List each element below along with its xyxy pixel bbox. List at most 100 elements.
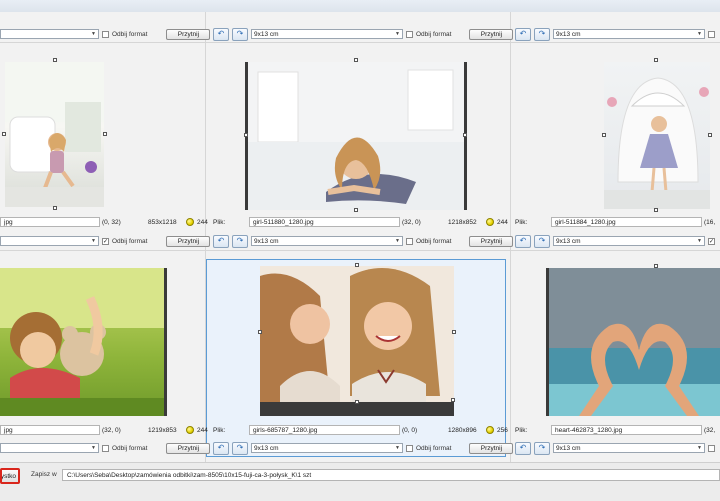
rotate-right-button[interactable]: ↷ — [232, 234, 248, 248]
rotate-left-button[interactable]: ↶ — [515, 234, 531, 248]
format-select[interactable]: 9x13 cm ▼ — [251, 443, 403, 453]
crop-handle[interactable] — [654, 58, 658, 62]
crop-handle[interactable] — [452, 330, 456, 334]
photo-thumbnail[interactable] — [604, 62, 710, 209]
mirror-checkbox[interactable] — [102, 30, 109, 38]
chevron-down-icon: ▼ — [91, 238, 96, 244]
crop-handle[interactable] — [708, 133, 712, 137]
crop-handle[interactable] — [53, 58, 57, 62]
mirror-checkbox[interactable]: ✓ — [102, 237, 109, 245]
fit-button[interactable]: Przytnij — [469, 235, 514, 247]
photo-info: Plik: girl-511884_1280.jpg (16, — [515, 216, 715, 228]
crop-handle[interactable] — [654, 264, 658, 268]
mirror-label: Odbij format — [112, 444, 148, 452]
file-name-field: girl-511884_1280.jpg — [551, 217, 702, 227]
format-select[interactable]: ▼ — [0, 29, 99, 39]
quality-indicator-icon — [186, 426, 194, 434]
crop-handle[interactable] — [53, 206, 57, 210]
rotate-left-icon: ↶ — [217, 236, 225, 245]
crop-handle[interactable] — [602, 133, 606, 137]
rotate-left-icon: ↶ — [519, 29, 527, 38]
format-select[interactable]: 9x13 cm ▼ — [553, 236, 705, 246]
chevron-down-icon: ▼ — [697, 31, 702, 37]
rotate-right-icon: ↷ — [236, 29, 244, 38]
fit-button[interactable]: Przytnij — [166, 235, 211, 247]
offset-value: (16, — [704, 218, 716, 226]
fit-button[interactable]: Przytnij — [166, 442, 211, 454]
mirror-checkbox[interactable] — [102, 444, 109, 452]
photo-thumbnail[interactable] — [0, 268, 164, 416]
photo-thumbnail[interactable] — [549, 268, 720, 416]
mirror-checkbox[interactable] — [406, 444, 413, 452]
rotate-left-button[interactable]: ↶ — [515, 27, 531, 41]
mirror-label: Odbij format — [416, 444, 452, 452]
fit-button[interactable]: Przytnij — [166, 28, 211, 40]
rotate-left-button[interactable]: ↶ — [213, 441, 229, 455]
quality-score: 244 — [197, 218, 208, 226]
crop-handle[interactable] — [451, 398, 455, 402]
photo-thumbnail[interactable] — [260, 266, 454, 402]
mirror-label: Odbij format — [416, 237, 452, 245]
rotate-right-button[interactable]: ↷ — [534, 27, 550, 41]
crop-handle[interactable] — [654, 208, 658, 212]
mirror-checkbox[interactable] — [708, 30, 715, 38]
photo-image — [248, 62, 464, 210]
rotate-left-icon: ↶ — [217, 443, 225, 452]
rotate-right-button[interactable]: ↷ — [534, 441, 550, 455]
file-label: Plik: — [213, 218, 226, 226]
crop-handle[interactable] — [258, 330, 262, 334]
format-select[interactable]: ▼ — [0, 443, 99, 453]
file-label: Plik: — [515, 426, 528, 434]
crop-handle[interactable] — [2, 132, 6, 136]
save-path-field[interactable]: C:\Users\Seba\Desktop\zamówienia odbitki… — [62, 469, 720, 481]
crop-handle[interactable] — [355, 263, 359, 267]
photo-thumbnail[interactable] — [248, 62, 464, 210]
fit-button[interactable]: Przytnij — [469, 442, 514, 454]
crop-handle[interactable] — [355, 400, 359, 404]
format-select[interactable]: ▼ — [0, 236, 99, 246]
photo-thumbnail[interactable] — [5, 62, 104, 207]
pixel-size: 1219x853 — [148, 426, 177, 434]
crop-handle[interactable] — [103, 132, 107, 136]
rotate-left-button[interactable]: ↶ — [515, 441, 531, 455]
panel-controls: ↶ ↷ 9x13 cm ▼ Odbij format Przytnij — [213, 441, 514, 455]
format-select[interactable]: 9x13 cm ▼ — [553, 443, 705, 453]
rotate-left-icon: ↶ — [519, 236, 527, 245]
chevron-down-icon: ▼ — [697, 238, 702, 244]
photo-image — [0, 268, 164, 416]
select-all-button[interactable]: ystko — [0, 468, 20, 484]
panel-controls: ↶ ↷ 9x13 cm ▼ Odbij format Przytnij — [213, 234, 514, 248]
rotate-right-button[interactable]: ↷ — [534, 234, 550, 248]
crop-handle[interactable] — [354, 208, 358, 212]
chevron-down-icon: ▼ — [697, 445, 702, 451]
panel-controls: ↶ ↷ 9x13 cm ▼ ✓ — [515, 234, 715, 248]
file-label: Plik: — [213, 426, 226, 434]
crop-handle[interactable] — [463, 133, 467, 137]
pixel-size: 853x1218 — [148, 218, 177, 226]
file-name: girl-511880_1280.jpg — [253, 218, 314, 226]
quality-score: 244 — [497, 218, 508, 226]
rotate-left-icon: ↶ — [519, 443, 527, 452]
mirror-checkbox[interactable] — [708, 444, 715, 452]
rotate-right-icon: ↷ — [236, 443, 244, 452]
format-value: 9x13 cm — [556, 30, 581, 38]
crop-handle[interactable] — [244, 133, 248, 137]
photo-info: Plik: heart-462873_1280.jpg (32, — [515, 424, 715, 436]
photo-info: jpg (32, 0) 1219x853 244 — [0, 424, 208, 436]
mirror-checkbox[interactable] — [406, 237, 413, 245]
crop-handle[interactable] — [354, 58, 358, 62]
mirror-checkbox[interactable] — [406, 30, 413, 38]
rotate-right-button[interactable]: ↷ — [232, 27, 248, 41]
mirror-checkbox[interactable]: ✓ — [708, 237, 715, 245]
rotate-left-button[interactable]: ↶ — [213, 27, 229, 41]
fit-button[interactable]: Przytnij — [469, 28, 514, 40]
chevron-down-icon: ▼ — [91, 31, 96, 37]
format-select[interactable]: 9x13 cm ▼ — [251, 29, 403, 39]
crop-bar — [164, 268, 167, 416]
rotate-left-button[interactable]: ↶ — [213, 234, 229, 248]
rotate-right-button[interactable]: ↷ — [232, 441, 248, 455]
panel-controls: ▼ Odbij format Przytnij — [0, 28, 211, 40]
format-select[interactable]: 9x13 cm ▼ — [251, 236, 403, 246]
file-name: jpg — [4, 426, 13, 434]
format-select[interactable]: 9x13 cm ▼ — [553, 29, 705, 39]
